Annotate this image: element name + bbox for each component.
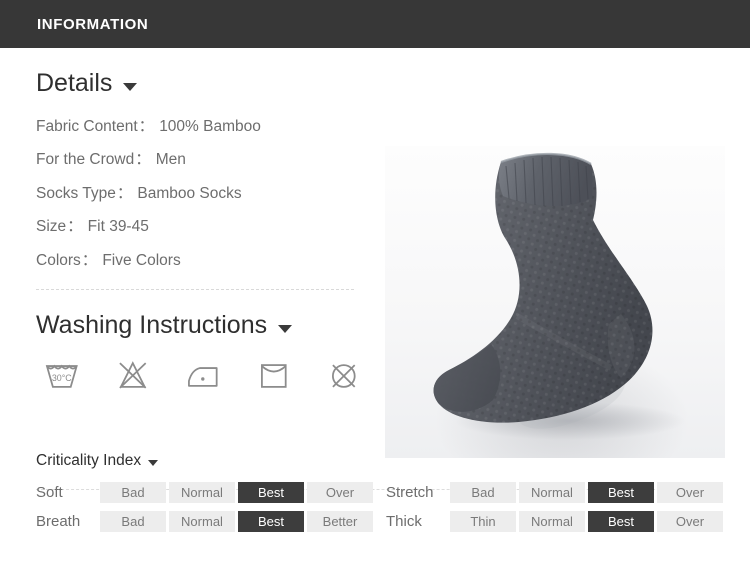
criticality-cells: Bad Normal Best Over: [450, 482, 723, 503]
detail-value: 100% Bamboo: [159, 117, 261, 135]
detail-row-size: Size： Fit 39-45: [36, 210, 366, 244]
detail-label: Fabric Content: [36, 117, 138, 135]
line-dry-icon: [260, 363, 287, 388]
washing-instructions-section: Washing Instructions 30°C: [36, 311, 366, 394]
details-heading: Details: [36, 69, 113, 97]
criticality-cell[interactable]: Thin: [450, 511, 516, 532]
criticality-section-header[interactable]: Criticality Index: [36, 452, 750, 470]
information-header-bar: INFORMATION: [0, 0, 750, 48]
criticality-cell-selected[interactable]: Best: [238, 511, 304, 532]
criticality-cell[interactable]: Normal: [519, 511, 585, 532]
detail-row-fabric-content: Fabric Content： 100% Bamboo: [36, 110, 366, 144]
chevron-down-icon[interactable]: [278, 324, 293, 333]
do-not-bleach-icon: [118, 360, 146, 389]
criticality-label: Soft: [36, 484, 63, 501]
criticality-grid: Soft Bad Normal Best Over Stretch Bad No…: [36, 482, 750, 532]
criticality-cell[interactable]: Normal: [519, 482, 585, 503]
wash-30c-icon: 30°C: [45, 364, 78, 388]
bamboo-sock-photo: [385, 146, 725, 458]
criticality-label: Breath: [36, 513, 81, 530]
sock-illustration: [433, 152, 685, 440]
detail-separator: ：: [138, 117, 155, 135]
detail-separator: ：: [81, 251, 98, 269]
detail-value: Bamboo Socks: [137, 184, 242, 202]
iron-low-heat-icon: [188, 366, 218, 387]
detail-value: Five Colors: [102, 251, 181, 269]
left-column: Details Fabric Content： 100% Bamboo For t…: [36, 69, 366, 394]
svg-text:30°C: 30°C: [52, 372, 72, 382]
criticality-cell[interactable]: Bad: [100, 482, 166, 503]
criticality-cells: Bad Normal Best Over: [100, 482, 373, 503]
criticality-label: Thick: [386, 513, 422, 530]
criticality-cell[interactable]: Bad: [100, 511, 166, 532]
chevron-down-icon[interactable]: [148, 460, 159, 466]
criticality-row-breath: Breath Bad Normal Best Better: [36, 511, 386, 532]
criticality-cell[interactable]: Normal: [169, 482, 235, 503]
detail-label: Socks Type: [36, 184, 116, 202]
washing-heading: Washing Instructions: [36, 311, 268, 339]
criticality-row-soft: Soft Bad Normal Best Over: [36, 482, 386, 503]
details-divider: [36, 289, 354, 290]
criticality-cell-selected[interactable]: Best: [588, 482, 654, 503]
criticality-cell[interactable]: Over: [307, 482, 373, 503]
criticality-cell-selected[interactable]: Best: [238, 482, 304, 503]
page-title: INFORMATION: [37, 15, 149, 33]
criticality-cells: Bad Normal Best Better: [100, 511, 373, 532]
detail-value: Men: [155, 151, 186, 168]
detail-separator: ：: [135, 151, 151, 168]
detail-row-for-the-crowd: For the Crowd： Men: [36, 143, 366, 177]
criticality-row-thick: Thick Thin Normal Best Over: [386, 511, 736, 532]
detail-label: For the Crowd: [36, 151, 135, 168]
details-list: Fabric Content： 100% Bamboo For the Crowd…: [36, 110, 366, 278]
detail-row-socks-type: Socks Type： Bamboo Socks: [36, 177, 366, 211]
washing-section-header[interactable]: Washing Instructions: [36, 311, 366, 340]
criticality-index-section: Criticality Index Soft Bad Normal Best O…: [36, 452, 750, 532]
detail-row-colors: Colors： Five Colors: [36, 244, 366, 278]
criticality-cell[interactable]: Over: [657, 482, 723, 503]
detail-label: Colors: [36, 251, 81, 269]
chevron-down-icon[interactable]: [123, 82, 138, 91]
main-content: Details Fabric Content： 100% Bamboo For t…: [0, 48, 750, 490]
criticality-cell[interactable]: Bad: [450, 482, 516, 503]
criticality-cells: Thin Normal Best Over: [450, 511, 723, 532]
criticality-cell[interactable]: Over: [657, 511, 723, 532]
detail-separator: ：: [67, 218, 83, 235]
criticality-label: Stretch: [386, 484, 434, 501]
details-section-header[interactable]: Details: [36, 69, 366, 98]
detail-label: Size: [36, 218, 67, 235]
criticality-cell-selected[interactable]: Best: [588, 511, 654, 532]
detail-separator: ：: [116, 184, 133, 202]
do-not-dry-clean-icon: [332, 363, 356, 388]
criticality-cell[interactable]: Normal: [169, 511, 235, 532]
criticality-heading: Criticality Index: [36, 452, 142, 469]
criticality-cell[interactable]: Better: [307, 511, 373, 532]
criticality-row-stretch: Stretch Bad Normal Best Over: [386, 482, 736, 503]
detail-value: Fit 39-45: [87, 218, 149, 235]
washing-icon-row: 30°C: [36, 354, 366, 394]
